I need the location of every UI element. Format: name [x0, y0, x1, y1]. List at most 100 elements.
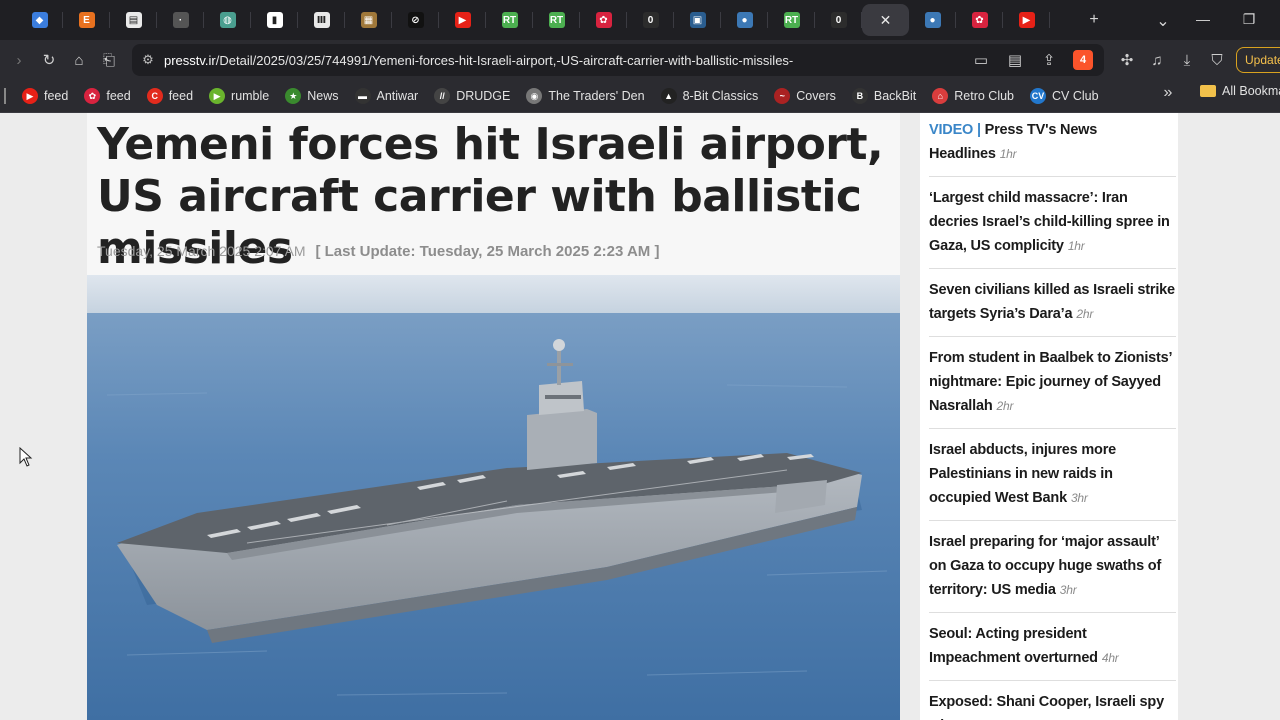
bookmark-backbit[interactable]: B BackBit [844, 83, 924, 109]
page-viewport: Yemeni forces hit Israeli airport, US ai… [0, 113, 1280, 720]
tab-6[interactable]: ▮ [251, 4, 298, 36]
antiwar-icon: ▬ [354, 88, 371, 104]
reader-mode-icon[interactable]: ▤ [1000, 45, 1030, 75]
news-time: 1hr [1067, 239, 1085, 253]
close-icon[interactable]: ✕ [880, 12, 892, 29]
tab-20[interactable]: ● [909, 4, 956, 36]
restore-button[interactable]: ❐ [1226, 11, 1272, 28]
game-icon: ▲ [660, 88, 677, 104]
share-icon[interactable]: ⇪ [1034, 45, 1064, 75]
downloads-icon[interactable]: ⤓ [1172, 45, 1202, 75]
raspberry-icon: ✿ [971, 12, 988, 28]
media-icon[interactable]: ♫ [1142, 45, 1172, 75]
rt-icon: RT [548, 12, 565, 28]
ring-icon: 0 [830, 12, 847, 28]
news-title: From student in Baalbek to Zionists’ nig… [929, 350, 1172, 414]
news-item[interactable]: From student in Baalbek to Zionists’ nig… [929, 346, 1177, 418]
bookmark-label: News [307, 89, 339, 103]
youtube-icon: ▶ [22, 88, 38, 104]
url-text[interactable]: presstv.ir/Detail/2025/03/25/744991/Yeme… [164, 53, 966, 68]
news-item[interactable]: ‘Largest child massacre’: Iran decries I… [929, 186, 1177, 258]
tab-22[interactable]: ▶ [1003, 4, 1050, 36]
news-item[interactable]: VIDEO | Press TV's News Headlines 1hr [929, 118, 1177, 166]
bookmark-cv-club[interactable]: CV CV Club [1022, 83, 1107, 109]
vpn-shield-icon[interactable]: ⛉ [1202, 45, 1232, 75]
bookmark-retro-club[interactable]: ⌂ Retro Club [924, 83, 1022, 109]
update-button[interactable]: Update [1236, 47, 1280, 73]
home-icon[interactable]: ⌂ [64, 45, 94, 75]
tab-13[interactable]: ✿ [580, 4, 627, 36]
bookmarks-bar: ▶ feed ✿ feed Cfeed ▶ rumble ★ News ▬ Antiwar//DRU… [0, 80, 1280, 113]
dots-icon: · [172, 12, 189, 28]
tab-19[interactable]: ✕ [862, 4, 909, 36]
tab-strip: ◆ E ▤ · ◍ ▮ Ⅲ ▦ ⊘ ▶ RT RT ✿ 0 ▣ ● RT 0 ✕ ● ✿ ▶ + ⌄ — ❐ [0, 0, 1280, 40]
raspberry-icon: ✿ [84, 88, 101, 104]
site-info-icon[interactable]: ⚙ [132, 52, 164, 68]
bookmark-traders-den[interactable]: ◉ The Traders' Den [518, 83, 652, 109]
news-item[interactable]: Seven civilians killed as Israeli strike… [929, 278, 1177, 326]
cast-icon[interactable]: ▭ [966, 45, 996, 75]
tab-3[interactable]: ▤ [110, 4, 157, 36]
tab-11[interactable]: RT [486, 4, 533, 36]
new-tab-button[interactable]: + [1074, 11, 1114, 29]
tab-18[interactable]: 0 [815, 4, 862, 36]
tab-10[interactable]: ▶ [439, 4, 486, 36]
news-separator [929, 680, 1176, 681]
tab-1[interactable]: ◆ [16, 4, 63, 36]
tab-17[interactable]: RT [768, 4, 815, 36]
article-dateline: Tuesday, 25 March 2025 2:07 AM [ Last Up… [97, 243, 659, 260]
tab-9[interactable]: ⊘ [392, 4, 439, 36]
news-item[interactable]: Exposed: Shani Cooper, Israeli spy who [929, 690, 1177, 720]
bookmark-8bit-classics[interactable]: ▲ 8-Bit Classics [653, 83, 767, 109]
bookmark-feed-raspberry[interactable]: ✿ feed [76, 83, 138, 109]
traders-icon: ◉ [526, 88, 543, 104]
news-item[interactable]: Israel abducts, injures more Palestinian… [929, 438, 1177, 510]
tab-21[interactable]: ✿ [956, 4, 1003, 36]
bookmark-antiwar[interactable]: ▬ Antiwar [347, 83, 427, 109]
minimize-button[interactable]: — [1180, 11, 1226, 27]
news-item[interactable]: Israel preparing for ‘major assault’ on … [929, 530, 1177, 602]
bookmark-news[interactable]: ★ News [277, 83, 346, 109]
c-icon: C [146, 88, 163, 104]
bookmark-feed-youtube[interactable]: ▶ feed [14, 83, 76, 109]
tab-12[interactable]: RT [533, 4, 580, 36]
bookmark-rumble[interactable]: ▶ rumble [201, 83, 277, 109]
tab-search-chevron-icon[interactable]: ⌄ [1143, 11, 1183, 31]
tab-7[interactable]: Ⅲ [298, 4, 345, 36]
bookmark-drudge[interactable]: // DRUDGE [426, 83, 518, 109]
tab-16[interactable]: ● [721, 4, 768, 36]
forward-icon[interactable]: › [4, 45, 34, 75]
news-title: Seoul: Acting president Impeachment over… [929, 626, 1098, 666]
tab-5[interactable]: ◍ [204, 4, 251, 36]
covers-icon: ~ [774, 88, 791, 104]
apps-icon[interactable] [4, 88, 8, 104]
brave-shields-button[interactable]: 4 [1068, 45, 1098, 75]
bookmark-feed-c[interactable]: Cfeed [139, 83, 201, 109]
tab-2[interactable]: E [63, 4, 110, 36]
article-last-update: [ Last Update: Tuesday, 25 March 2025 2:… [315, 243, 660, 260]
reload-icon[interactable]: ↻ [34, 45, 64, 75]
news-item[interactable]: Seoul: Acting president Impeachment over… [929, 622, 1177, 670]
tab-8[interactable]: ▦ [345, 4, 392, 36]
news-title: Seven civilians killed as Israeli strike… [929, 282, 1175, 322]
cv-icon: CV [1030, 88, 1047, 104]
bookmark-label: BackBit [873, 89, 917, 103]
article-date: Tuesday, 25 March 2025 2:07 AM [97, 243, 306, 259]
bookmark-label: 8-Bit Classics [682, 89, 759, 103]
brave-shield-icon: 4 [1073, 50, 1093, 70]
aircraft-carrier-photo [87, 275, 900, 720]
more-bookmarks-icon[interactable]: » [1156, 84, 1180, 102]
news-time: 2hr [1076, 307, 1094, 321]
retro-icon: ⌂ [932, 88, 949, 104]
tab-15[interactable]: ▣ [674, 4, 721, 36]
address-bar[interactable]: ⚙ presstv.ir/Detail/2025/03/25/744991/Ye… [132, 44, 1104, 76]
all-bookmarks-button[interactable]: All Bookmarks [1200, 84, 1280, 98]
extensions-icon[interactable]: ✣ [1112, 45, 1142, 75]
news-separator [929, 336, 1176, 337]
tab-4[interactable]: · [157, 4, 204, 36]
tab-14[interactable]: 0 [627, 4, 674, 36]
bookmark-icon[interactable]: ⎗ [94, 45, 124, 75]
drudge-icon: // [434, 88, 451, 104]
bookmark-covers[interactable]: ~ Covers [766, 83, 844, 109]
circle-slash-icon: ⊘ [407, 12, 424, 28]
